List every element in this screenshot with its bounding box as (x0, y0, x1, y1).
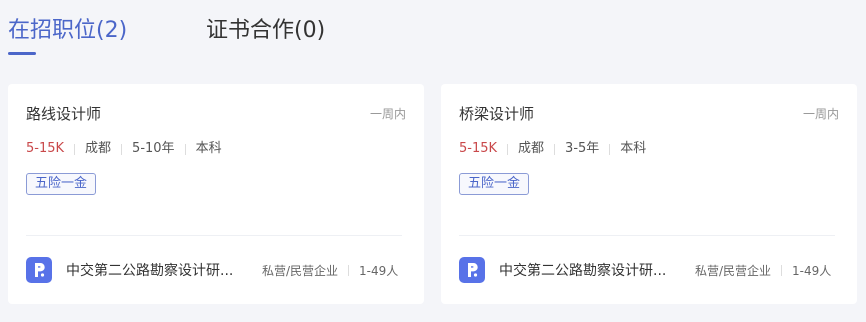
posted-time: 一周内 (802, 107, 839, 121)
divider (459, 235, 835, 236)
experience: 5-10年 (132, 141, 175, 156)
separator (184, 143, 186, 155)
salary: 5-15K (26, 141, 65, 156)
separator (74, 143, 76, 155)
job-card[interactable]: 桥梁设计师 一周内 5-15K 成都 3-5年 本科 五险一金 中交第二公路勘察… (441, 84, 857, 304)
experience: 3-5年 (565, 141, 600, 156)
company-name[interactable]: 中交第二公路勘察设计研... (499, 260, 683, 280)
separator (121, 143, 123, 155)
city: 成都 (518, 141, 545, 156)
job-title[interactable]: 路线设计师 (26, 104, 101, 124)
separator (781, 264, 783, 276)
benefit-tag: 五险一金 (26, 173, 97, 195)
job-meta: 5-15K 成都 3-5年 本科 (459, 140, 646, 158)
job-meta: 5-15K 成都 5-10年 本科 (26, 140, 222, 158)
divider (26, 235, 402, 236)
company-logo-icon[interactable] (26, 257, 52, 283)
city: 成都 (85, 141, 112, 156)
benefit-tag: 五险一金 (459, 173, 530, 195)
salary: 5-15K (459, 141, 498, 156)
job-card[interactable]: 路线设计师 一周内 5-15K 成都 5-10年 本科 五险一金 中交第二公路勘… (8, 84, 424, 304)
tab-bar: 在招职位(2) 证书合作(0) (8, 12, 858, 60)
company-size: 1-49人 (792, 263, 832, 278)
company-size: 1-49人 (359, 263, 399, 278)
tab-open-positions[interactable]: 在招职位(2) (8, 16, 127, 46)
education: 本科 (620, 141, 647, 156)
company-type: 私营/民营企业 (695, 263, 772, 278)
company-type: 私营/民营企业 (262, 263, 339, 278)
company-logo-icon[interactable] (459, 257, 485, 283)
separator (507, 143, 509, 155)
active-tab-indicator (8, 52, 36, 55)
posted-time: 一周内 (369, 107, 406, 121)
company-name[interactable]: 中交第二公路勘察设计研... (66, 260, 250, 280)
separator (554, 143, 556, 155)
education: 本科 (195, 141, 222, 156)
company-info[interactable]: 中交第二公路勘察设计研... 私营/民营企业 1-49人 (26, 256, 406, 284)
separator (348, 264, 350, 276)
tab-certificate-cooperation[interactable]: 证书合作(0) (206, 16, 325, 46)
job-title[interactable]: 桥梁设计师 (459, 104, 534, 124)
company-info[interactable]: 中交第二公路勘察设计研... 私营/民营企业 1-49人 (459, 256, 839, 284)
separator (609, 143, 611, 155)
